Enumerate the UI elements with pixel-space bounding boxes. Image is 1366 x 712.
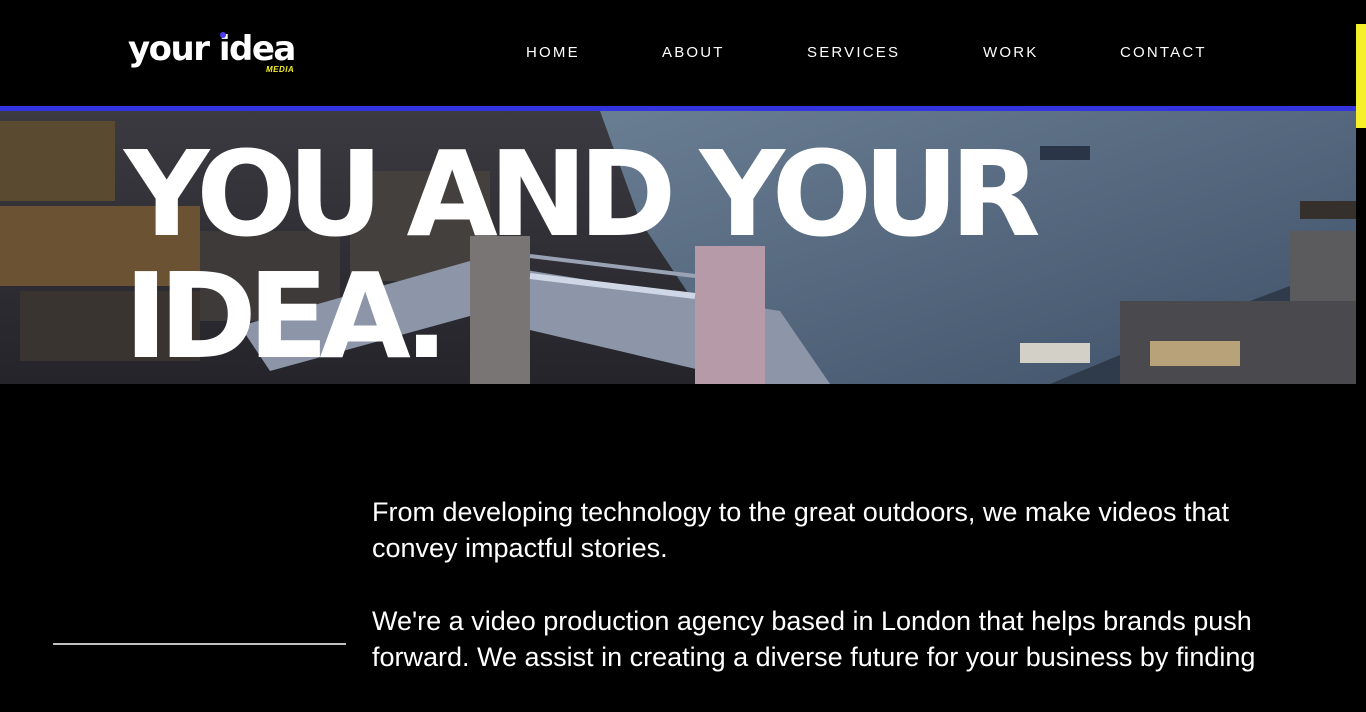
logo-subtitle: MEDIA xyxy=(266,65,295,74)
nav-work[interactable]: WORK xyxy=(983,44,1038,61)
hero-title-line-2: IDEA. xyxy=(124,247,449,384)
intro-paragraph-2: We're a video production agency based in… xyxy=(372,606,1256,672)
nav-about[interactable]: ABOUT xyxy=(662,44,725,61)
nav-contact[interactable]: CONTACT xyxy=(1120,44,1207,61)
intro-paragraph-1: From developing technology to the great … xyxy=(372,497,1229,563)
hero-title-line-1: YOU AND YOUR xyxy=(124,125,1041,263)
nav-home[interactable]: HOME xyxy=(526,44,580,61)
intro-section: From developing technology to the great … xyxy=(372,494,1312,712)
logo-dot xyxy=(220,32,226,38)
section-divider xyxy=(53,643,346,645)
hero-banner: YOU AND YOUR IDEA. xyxy=(0,111,1356,384)
hero-title: YOU AND YOUR IDEA. xyxy=(124,125,1041,384)
logo-wordmark: your idea xyxy=(128,29,296,69)
side-accent-bar xyxy=(1356,24,1366,128)
site-header: your idea MEDIA HOME ABOUT SERVICES WORK… xyxy=(0,0,1356,106)
nav-services[interactable]: SERVICES xyxy=(807,44,900,61)
site-logo[interactable]: your idea MEDIA xyxy=(128,32,303,78)
